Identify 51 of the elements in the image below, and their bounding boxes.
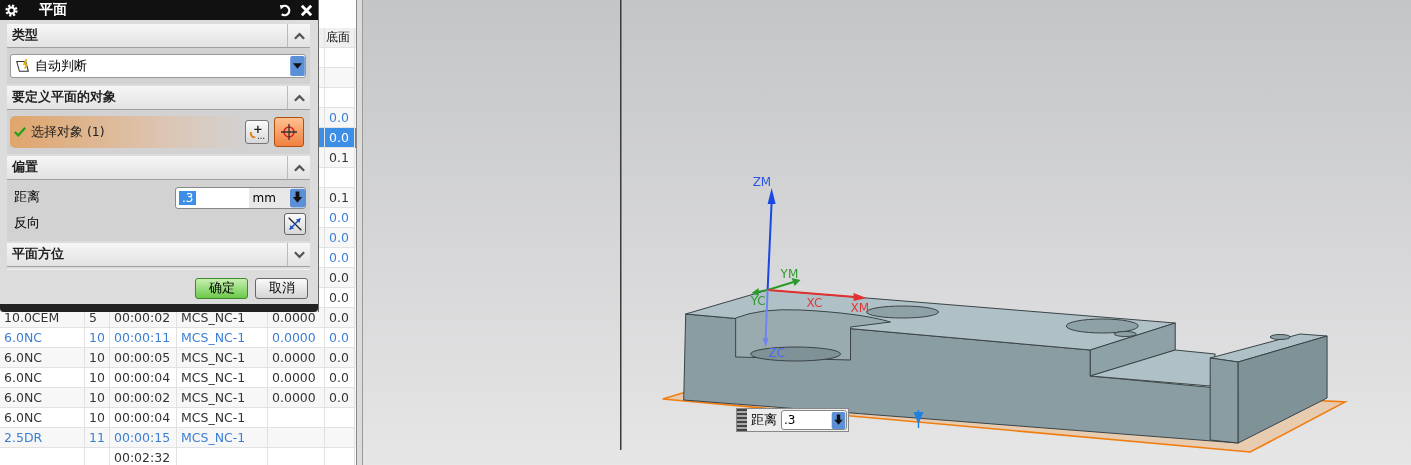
reverse-direction-button[interactable] xyxy=(284,212,306,235)
section-title: 偏置 xyxy=(12,159,38,176)
select-object-row[interactable]: 选择对象 (1) xyxy=(10,116,306,148)
collapse-caret-icon[interactable] xyxy=(292,92,306,103)
collapse-caret-icon[interactable] xyxy=(292,162,306,173)
cancel-button[interactable]: 取消 xyxy=(255,278,308,299)
section-title: 类型 xyxy=(12,27,38,44)
drag-handle[interactable] xyxy=(737,409,747,431)
distance-input[interactable]: .3 xyxy=(781,410,847,430)
close-icon[interactable] xyxy=(299,2,314,18)
table-row[interactable]: 6.0NC 10 00:00:04 MCS_NC-1 0.0000 0.0 xyxy=(0,368,356,388)
table-cell: 00:02:32 xyxy=(110,448,177,465)
arrow-down-icon[interactable] xyxy=(290,187,305,208)
plane-icon xyxy=(15,58,31,74)
table-row[interactable]: 6.0NC 10 00:00:11 MCS_NC-1 0.0000 0.0 xyxy=(0,328,356,348)
ok-button[interactable]: 确定 xyxy=(195,278,248,299)
axis-label: YC xyxy=(750,294,766,308)
direction-handle-icon[interactable] xyxy=(913,409,924,429)
distance-label: 距离 xyxy=(751,411,777,429)
3d-viewport[interactable]: ZM YM YC XC XM ZC 距离 .3 xyxy=(363,0,1411,465)
axis-label: XM xyxy=(850,301,870,315)
select-object-label: 选择对象 (1) xyxy=(31,123,105,141)
section-header[interactable]: 类型 xyxy=(7,24,310,48)
axis-label: ZC xyxy=(768,346,786,360)
select-tool-button[interactable] xyxy=(274,117,304,147)
section-title: 平面方位 xyxy=(12,246,64,263)
table-row[interactable]: 6.0NC 10 00:00:04 MCS_NC-1 xyxy=(0,408,356,428)
settings-icon[interactable] xyxy=(4,2,19,18)
reset-icon[interactable] xyxy=(278,2,293,18)
axis-label: XC xyxy=(806,296,823,310)
point-dialog-button[interactable] xyxy=(245,120,269,144)
arrow-down-icon[interactable] xyxy=(831,411,846,429)
table-row[interactable]: 2.5DR 11 00:00:15 MCS_NC-1 xyxy=(0,428,356,448)
distance-label: 距离 xyxy=(13,189,40,206)
section-header[interactable]: 偏置 xyxy=(7,156,310,180)
unit-label: mm xyxy=(248,187,290,208)
axis-label: YM xyxy=(780,267,799,281)
axis-label: ZM xyxy=(752,175,772,189)
table-row[interactable]: 6.0NC 10 00:00:05 MCS_NC-1 0.0000 0.0 xyxy=(0,348,356,368)
type-dropdown[interactable]: 自动判断 xyxy=(10,54,306,78)
section-header[interactable]: 要定义平面的对象 xyxy=(7,86,310,110)
reverse-label: 反向 xyxy=(13,215,40,232)
crosshair-icon xyxy=(279,122,299,142)
expand-caret-icon[interactable] xyxy=(292,249,306,260)
table-row[interactable]: 6.0NC 10 00:00:02 MCS_NC-1 0.0000 0.0 xyxy=(0,388,356,408)
distance-input[interactable]: .3 mm xyxy=(175,186,306,209)
section-header[interactable]: 平面方位 xyxy=(7,243,310,267)
dialog-title: 平面 xyxy=(39,1,67,19)
plus-point-icon xyxy=(248,123,266,141)
section-title: 要定义平面的对象 xyxy=(12,89,116,106)
collapse-caret-icon[interactable] xyxy=(292,30,306,41)
